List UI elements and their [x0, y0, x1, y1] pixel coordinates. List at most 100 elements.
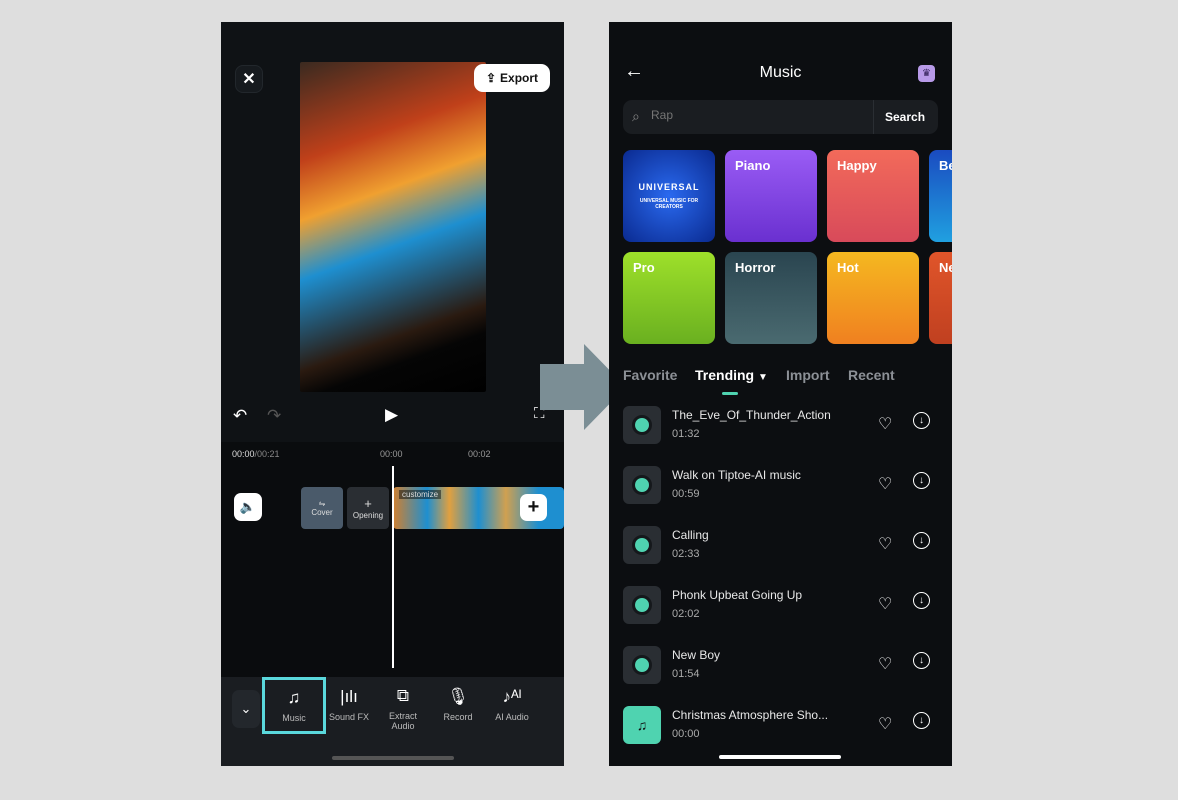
collapse-chevron-icon[interactable]: ⌄ [232, 690, 260, 728]
cover-button[interactable]: ⇋ Cover [301, 487, 343, 529]
tool-ai-audio[interactable]: ♪ᴬᴵ AI Audio [485, 687, 539, 722]
current-time: 00:00/00:21 [232, 449, 280, 459]
cover-label: Cover [311, 508, 333, 517]
dropdown-caret-icon: ▼ [758, 372, 768, 383]
download-icon[interactable]: ↓ [913, 652, 930, 669]
category-horror[interactable]: Horror [725, 252, 817, 344]
download-icon[interactable]: ↓ [913, 532, 930, 549]
opening-label: Opening [352, 511, 384, 520]
download-icon[interactable]: ↓ [913, 712, 930, 729]
redo-icon[interactable]: ↷ [267, 406, 281, 426]
search-button[interactable]: Search [885, 110, 925, 124]
track-duration: 00:59 [672, 488, 700, 500]
customize-label: customize [399, 490, 442, 499]
track-row[interactable]: The_Eve_Of_Thunder_Action 01:32 ♡ ↓ [623, 406, 943, 466]
heart-icon[interactable]: ♡ [878, 534, 892, 554]
tab-import[interactable]: Import [786, 367, 830, 383]
current-time-value: 00:00 [232, 449, 255, 459]
mute-audio-button[interactable]: 🔈 [234, 493, 262, 521]
close-button[interactable]: ✕ [235, 65, 263, 93]
playhead[interactable] [392, 466, 394, 668]
home-indicator [719, 755, 841, 759]
tab-label: Trending [695, 367, 755, 383]
track-row[interactable]: New Boy 01:54 ♡ ↓ [623, 646, 943, 706]
heart-icon[interactable]: ♡ [878, 594, 892, 614]
total-time: /00:21 [254, 449, 280, 459]
category-pro[interactable]: Pro [623, 252, 715, 344]
heart-icon[interactable]: ♡ [878, 654, 892, 674]
upload-icon: ⇪ [485, 71, 497, 85]
home-indicator [332, 756, 454, 760]
category-hot[interactable]: Hot [827, 252, 919, 344]
microphone-icon: 🎙 [447, 687, 469, 706]
search-input[interactable] [651, 108, 851, 122]
track-duration: 02:02 [672, 608, 700, 620]
download-icon[interactable]: ↓ [913, 592, 930, 609]
download-icon[interactable]: ↓ [913, 412, 930, 429]
audio-toolbar: ⌄ ♫ Music |ılı Sound FX ⧉ Extract Audio 🎙 Re… [221, 677, 564, 766]
divider [873, 100, 874, 134]
tab-favorite[interactable]: Favorite [623, 367, 677, 383]
premium-crown-icon[interactable]: ♛ [918, 65, 935, 82]
tool-label: Record [443, 712, 473, 722]
tick-label: 00:02 [468, 449, 491, 459]
download-icon[interactable]: ↓ [913, 472, 930, 489]
music-note-icon: ♫ [623, 706, 661, 744]
heart-icon[interactable]: ♡ [878, 474, 892, 494]
track-row[interactable]: Phonk Upbeat Going Up 02:02 ♡ ↓ [623, 586, 943, 646]
active-tab-indicator [722, 392, 738, 395]
track-duration: 01:54 [672, 668, 700, 680]
category-piano[interactable]: Piano [725, 150, 817, 242]
track-name: Calling [672, 528, 709, 542]
video-editor-screen: ✕ ⇪ Export ↶ ↷ ▶ ⛶ 00:00/00:21 00:00 00:0… [221, 22, 564, 766]
vinyl-icon [623, 406, 661, 444]
plus-icon: + [364, 496, 372, 511]
tool-label: AI Audio [495, 712, 529, 722]
tool-label: Sound FX [328, 712, 370, 722]
track-row[interactable]: Walk on Tiptoe-AI music 00:59 ♡ ↓ [623, 466, 943, 526]
vinyl-icon [623, 466, 661, 504]
opening-button[interactable]: + Opening [347, 487, 389, 529]
vinyl-icon [623, 646, 661, 684]
vinyl-icon [623, 586, 661, 624]
add-clip-button[interactable]: + [520, 494, 547, 521]
swap-icon: ⇋ [318, 499, 326, 508]
universal-logo: UNIVERSAL [638, 182, 700, 192]
export-label: Export [500, 71, 539, 85]
tool-record[interactable]: 🎙 Record [431, 687, 485, 722]
tool-sound-fx[interactable]: |ılı Sound FX [322, 687, 376, 722]
category-happy[interactable]: Happy [827, 150, 919, 242]
tool-music[interactable]: ♫ Music [262, 677, 326, 734]
tool-label: Extract Audio [388, 711, 417, 731]
play-icon[interactable]: ▶ [385, 405, 398, 425]
sound-wave-icon: |ılı [340, 687, 358, 706]
heart-icon[interactable]: ♡ [878, 714, 892, 734]
ai-audio-icon: ♪ᴬᴵ [502, 687, 522, 706]
heart-icon[interactable]: ♡ [878, 414, 892, 434]
tab-trending[interactable]: Trending ▼ [695, 367, 768, 383]
export-button[interactable]: ⇪ Export [474, 64, 550, 92]
track-name: Christmas Atmosphere Sho... [672, 708, 829, 722]
undo-icon[interactable]: ↶ [233, 406, 247, 426]
search-icon: ⌕ [632, 108, 640, 124]
category-beat[interactable]: Be [929, 150, 952, 242]
vinyl-icon [623, 526, 661, 564]
category-universal[interactable]: UNIVERSAL UNIVERSAL MUSIC FOR CREATORS [623, 150, 715, 242]
track-name: Walk on Tiptoe-AI music [672, 468, 801, 482]
tab-recent[interactable]: Recent [848, 367, 895, 383]
track-name: The_Eve_Of_Thunder_Action [672, 408, 831, 422]
tool-extract-audio[interactable]: ⧉ Extract Audio [376, 686, 430, 732]
universal-logo-sub: UNIVERSAL MUSIC FOR CREATORS [639, 198, 699, 210]
track-row[interactable]: Calling 02:33 ♡ ↓ [623, 526, 943, 586]
tick-label: 00:00 [380, 449, 403, 459]
music-library-screen: ← Music ♛ ⌕ Search UNIVERSALUNIVERSAL MU… [609, 22, 952, 766]
track-name: New Boy [672, 648, 721, 662]
track-duration: 00:00 [672, 728, 700, 740]
category-new[interactable]: Ne [929, 252, 952, 344]
video-preview [300, 62, 486, 392]
track-duration: 01:32 [672, 428, 700, 440]
page-title: Music [759, 64, 802, 81]
tool-label: Music [282, 713, 306, 723]
extract-audio-icon: ⧉ [396, 686, 410, 705]
track-name: Phonk Upbeat Going Up [672, 588, 803, 602]
